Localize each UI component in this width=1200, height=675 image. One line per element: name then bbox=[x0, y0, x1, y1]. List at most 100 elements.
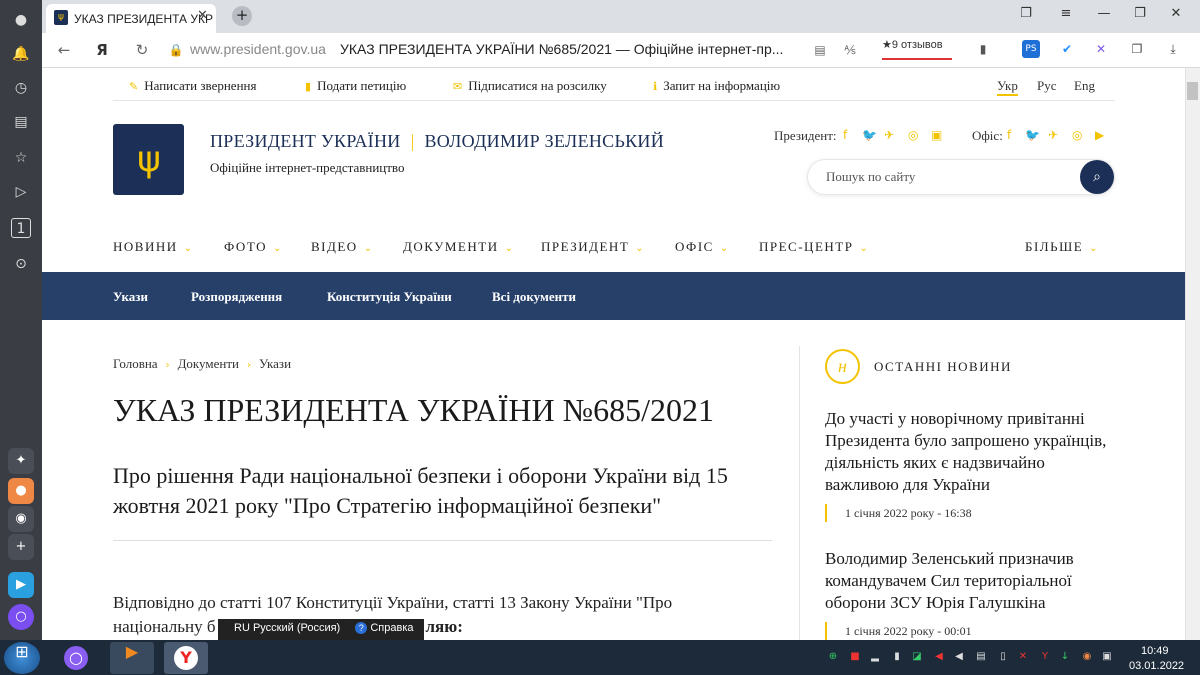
assistant-taskbar-icon[interactable]: ○ bbox=[54, 642, 98, 674]
browser-tab[interactable]: УКАЗ ПРЕЗИДЕНТА УКР bbox=[46, 4, 216, 33]
subnav-constitution[interactable]: Конституція України bbox=[327, 289, 452, 305]
history-icon[interactable]: ◷ bbox=[11, 78, 31, 98]
signal-icon[interactable]: ▂ bbox=[868, 650, 882, 664]
messenger-app-icon[interactable]: ◉ bbox=[8, 506, 34, 532]
subnav-orders[interactable]: Розпорядження bbox=[191, 289, 282, 305]
star-icon[interactable]: ☆ bbox=[11, 148, 31, 168]
scrollbar[interactable] bbox=[1185, 68, 1200, 645]
telegram-icon[interactable]: ✈ bbox=[884, 128, 894, 142]
play-icon[interactable]: ▷ bbox=[11, 182, 31, 202]
close-window-icon[interactable]: ✕ bbox=[1164, 6, 1188, 26]
search-button[interactable]: ⌕ bbox=[1080, 160, 1114, 194]
copy-extension-icon[interactable]: ❐ bbox=[1128, 40, 1146, 58]
nav-president[interactable]: ПРЕЗИДЕНТ ⌄ bbox=[541, 239, 645, 255]
minimize-icon[interactable]: — bbox=[1092, 6, 1116, 26]
scrollbar-thumb[interactable] bbox=[1187, 82, 1198, 100]
url-domain[interactable]: www.president.gov.ua bbox=[190, 41, 326, 57]
check-extension-icon[interactable]: ✔ bbox=[1058, 40, 1076, 58]
volume-icon[interactable]: ◀ bbox=[952, 650, 966, 664]
lock-icon[interactable]: 🔒 bbox=[166, 40, 186, 60]
cross-extension-icon[interactable]: ✕ bbox=[1092, 40, 1110, 58]
news-heading[interactable]: ОСТАННІ НОВИНИ bbox=[874, 359, 1012, 375]
tray-icon[interactable]: ▯ bbox=[996, 650, 1010, 664]
avatar-icon[interactable]: ● bbox=[11, 10, 31, 30]
start-button[interactable]: ⊞ bbox=[4, 642, 40, 674]
bell-icon[interactable]: 🔔 bbox=[11, 44, 31, 64]
breadcrumb-home[interactable]: Головна bbox=[113, 356, 158, 371]
reviews-badge[interactable]: ★9 отзывов bbox=[882, 38, 952, 60]
lang-eng[interactable]: Eng bbox=[1074, 78, 1095, 94]
nav-documents[interactable]: ДОКУМЕНТИ ⌄ bbox=[403, 239, 514, 255]
twitter-icon[interactable]: 🐦 bbox=[862, 128, 877, 142]
subscribe-link[interactable]: ✉ Підписатися на розсилку bbox=[453, 78, 607, 94]
ps-extension-icon[interactable]: PS bbox=[1022, 40, 1040, 58]
video-icon[interactable]: ▣ bbox=[931, 128, 942, 142]
search-placeholder: Пошук по сайту bbox=[826, 169, 916, 184]
yandex-browser-taskbar-icon[interactable]: Y bbox=[164, 642, 208, 674]
breadcrumb-documents[interactable]: Документи bbox=[178, 356, 239, 371]
office-twitter-icon[interactable]: 🐦 bbox=[1025, 128, 1040, 142]
info-request-link[interactable]: ℹ Запит на інформацію bbox=[653, 78, 780, 94]
network-icon[interactable]: ▤ bbox=[974, 650, 988, 664]
subnav-all-documents[interactable]: Всі документи bbox=[492, 289, 576, 305]
nav-more[interactable]: БІЛЬШЕ ⌄ bbox=[1025, 239, 1099, 255]
clock-time[interactable]: 10:49 bbox=[1141, 645, 1169, 657]
tray-icon[interactable]: ■ bbox=[848, 650, 862, 664]
envelope-icon: ✉ bbox=[453, 80, 463, 93]
yandex-icon[interactable]: Я bbox=[92, 40, 112, 60]
office-instagram-icon[interactable]: ◎ bbox=[1072, 128, 1082, 142]
nav-news[interactable]: НОВИНИ ⌄ bbox=[113, 239, 194, 255]
back-icon[interactable]: ← bbox=[54, 40, 74, 60]
yandex-tray-icon[interactable]: Y bbox=[1038, 650, 1052, 664]
site-title[interactable]: ПРЕЗИДЕНТ УКРАЇНИ | ВОЛОДИМИР ЗЕЛЕНСЬКИЙ bbox=[210, 131, 664, 152]
clock-date[interactable]: 03.01.2022 bbox=[1129, 660, 1184, 672]
lang-rus[interactable]: Рус bbox=[1037, 78, 1057, 94]
new-tab-button[interactable]: + bbox=[232, 6, 252, 26]
assistant-app-icon[interactable]: ○ bbox=[8, 604, 34, 630]
tray-icon[interactable]: ⊕ bbox=[826, 650, 840, 664]
collections-icon[interactable]: ▤ bbox=[11, 112, 31, 132]
media-player-taskbar-icon[interactable]: ▶ bbox=[110, 642, 154, 674]
tray-icon[interactable]: ✕ bbox=[1016, 650, 1030, 664]
camera-icon[interactable]: ⊙ bbox=[11, 254, 31, 274]
reload-icon[interactable]: ↻ bbox=[132, 40, 152, 60]
breadcrumb-decrees[interactable]: Укази bbox=[259, 356, 291, 371]
menu-icon[interactable]: ≡ bbox=[1054, 6, 1078, 26]
nav-photo[interactable]: ФОТО ⌄ bbox=[224, 239, 283, 255]
media-app-icon[interactable]: ▶ bbox=[8, 572, 34, 598]
tabs-icon[interactable]: ❐ bbox=[1014, 6, 1038, 26]
tray-icon[interactable]: ◪ bbox=[910, 650, 924, 664]
news-item-title[interactable]: Володимир Зеленський призначив командува… bbox=[825, 548, 1115, 614]
nav-office[interactable]: ОФІС ⌄ bbox=[675, 239, 730, 255]
chevron-down-icon: ⌄ bbox=[504, 243, 515, 254]
news-item-title[interactable]: До участі у новорічному привітанні Прези… bbox=[825, 408, 1115, 496]
download-tray-icon[interactable]: ↓ bbox=[1058, 650, 1072, 664]
battery-icon[interactable]: ▮ bbox=[890, 650, 904, 664]
nav-press-center[interactable]: ПРЕС-ЦЕНТР ⌄ bbox=[759, 239, 869, 255]
close-tab-icon[interactable]: ✕ bbox=[197, 8, 211, 24]
tab-count-icon[interactable]: 1 bbox=[11, 218, 31, 238]
office-youtube-icon[interactable]: ▶ bbox=[1095, 128, 1104, 142]
chrome-tray-icon[interactable]: ◉ bbox=[1080, 650, 1094, 664]
mail-app-icon[interactable]: ● bbox=[8, 478, 34, 504]
reader-icon[interactable]: ▤ bbox=[810, 40, 830, 60]
download-icon[interactable]: ⤓ bbox=[1164, 40, 1182, 58]
tray-icon[interactable]: ▣ bbox=[1100, 650, 1114, 664]
tray-icon[interactable]: ◀ bbox=[932, 650, 946, 664]
petition-link[interactable]: ▮ Подати петицію bbox=[305, 78, 406, 94]
language-bar[interactable]: RU Русский (Россия) ? Справка bbox=[218, 619, 424, 640]
office-facebook-icon[interactable]: f bbox=[1007, 128, 1011, 142]
alice-app-icon[interactable]: ✦ bbox=[8, 448, 34, 474]
subnav-decrees[interactable]: Укази bbox=[113, 289, 148, 305]
instagram-icon[interactable]: ◎ bbox=[908, 128, 918, 142]
lang-ukr[interactable]: Укр bbox=[997, 78, 1018, 96]
office-telegram-icon[interactable]: ✈ bbox=[1048, 128, 1058, 142]
bookmark-icon[interactable]: ▮ bbox=[974, 40, 992, 58]
nav-video[interactable]: ВІДЕО ⌄ bbox=[311, 239, 374, 255]
restore-icon[interactable]: ❐ bbox=[1128, 6, 1152, 26]
translate-icon[interactable]: ⅍ bbox=[840, 40, 860, 60]
url-page-title[interactable]: УКАЗ ПРЕЗИДЕНТА УКРАЇНИ №685/2021 — Офіц… bbox=[340, 41, 783, 57]
write-appeal-link[interactable]: ✎ Написати звернення bbox=[129, 78, 256, 94]
facebook-icon[interactable]: f bbox=[843, 128, 847, 142]
add-app-icon[interactable]: + bbox=[8, 534, 34, 560]
